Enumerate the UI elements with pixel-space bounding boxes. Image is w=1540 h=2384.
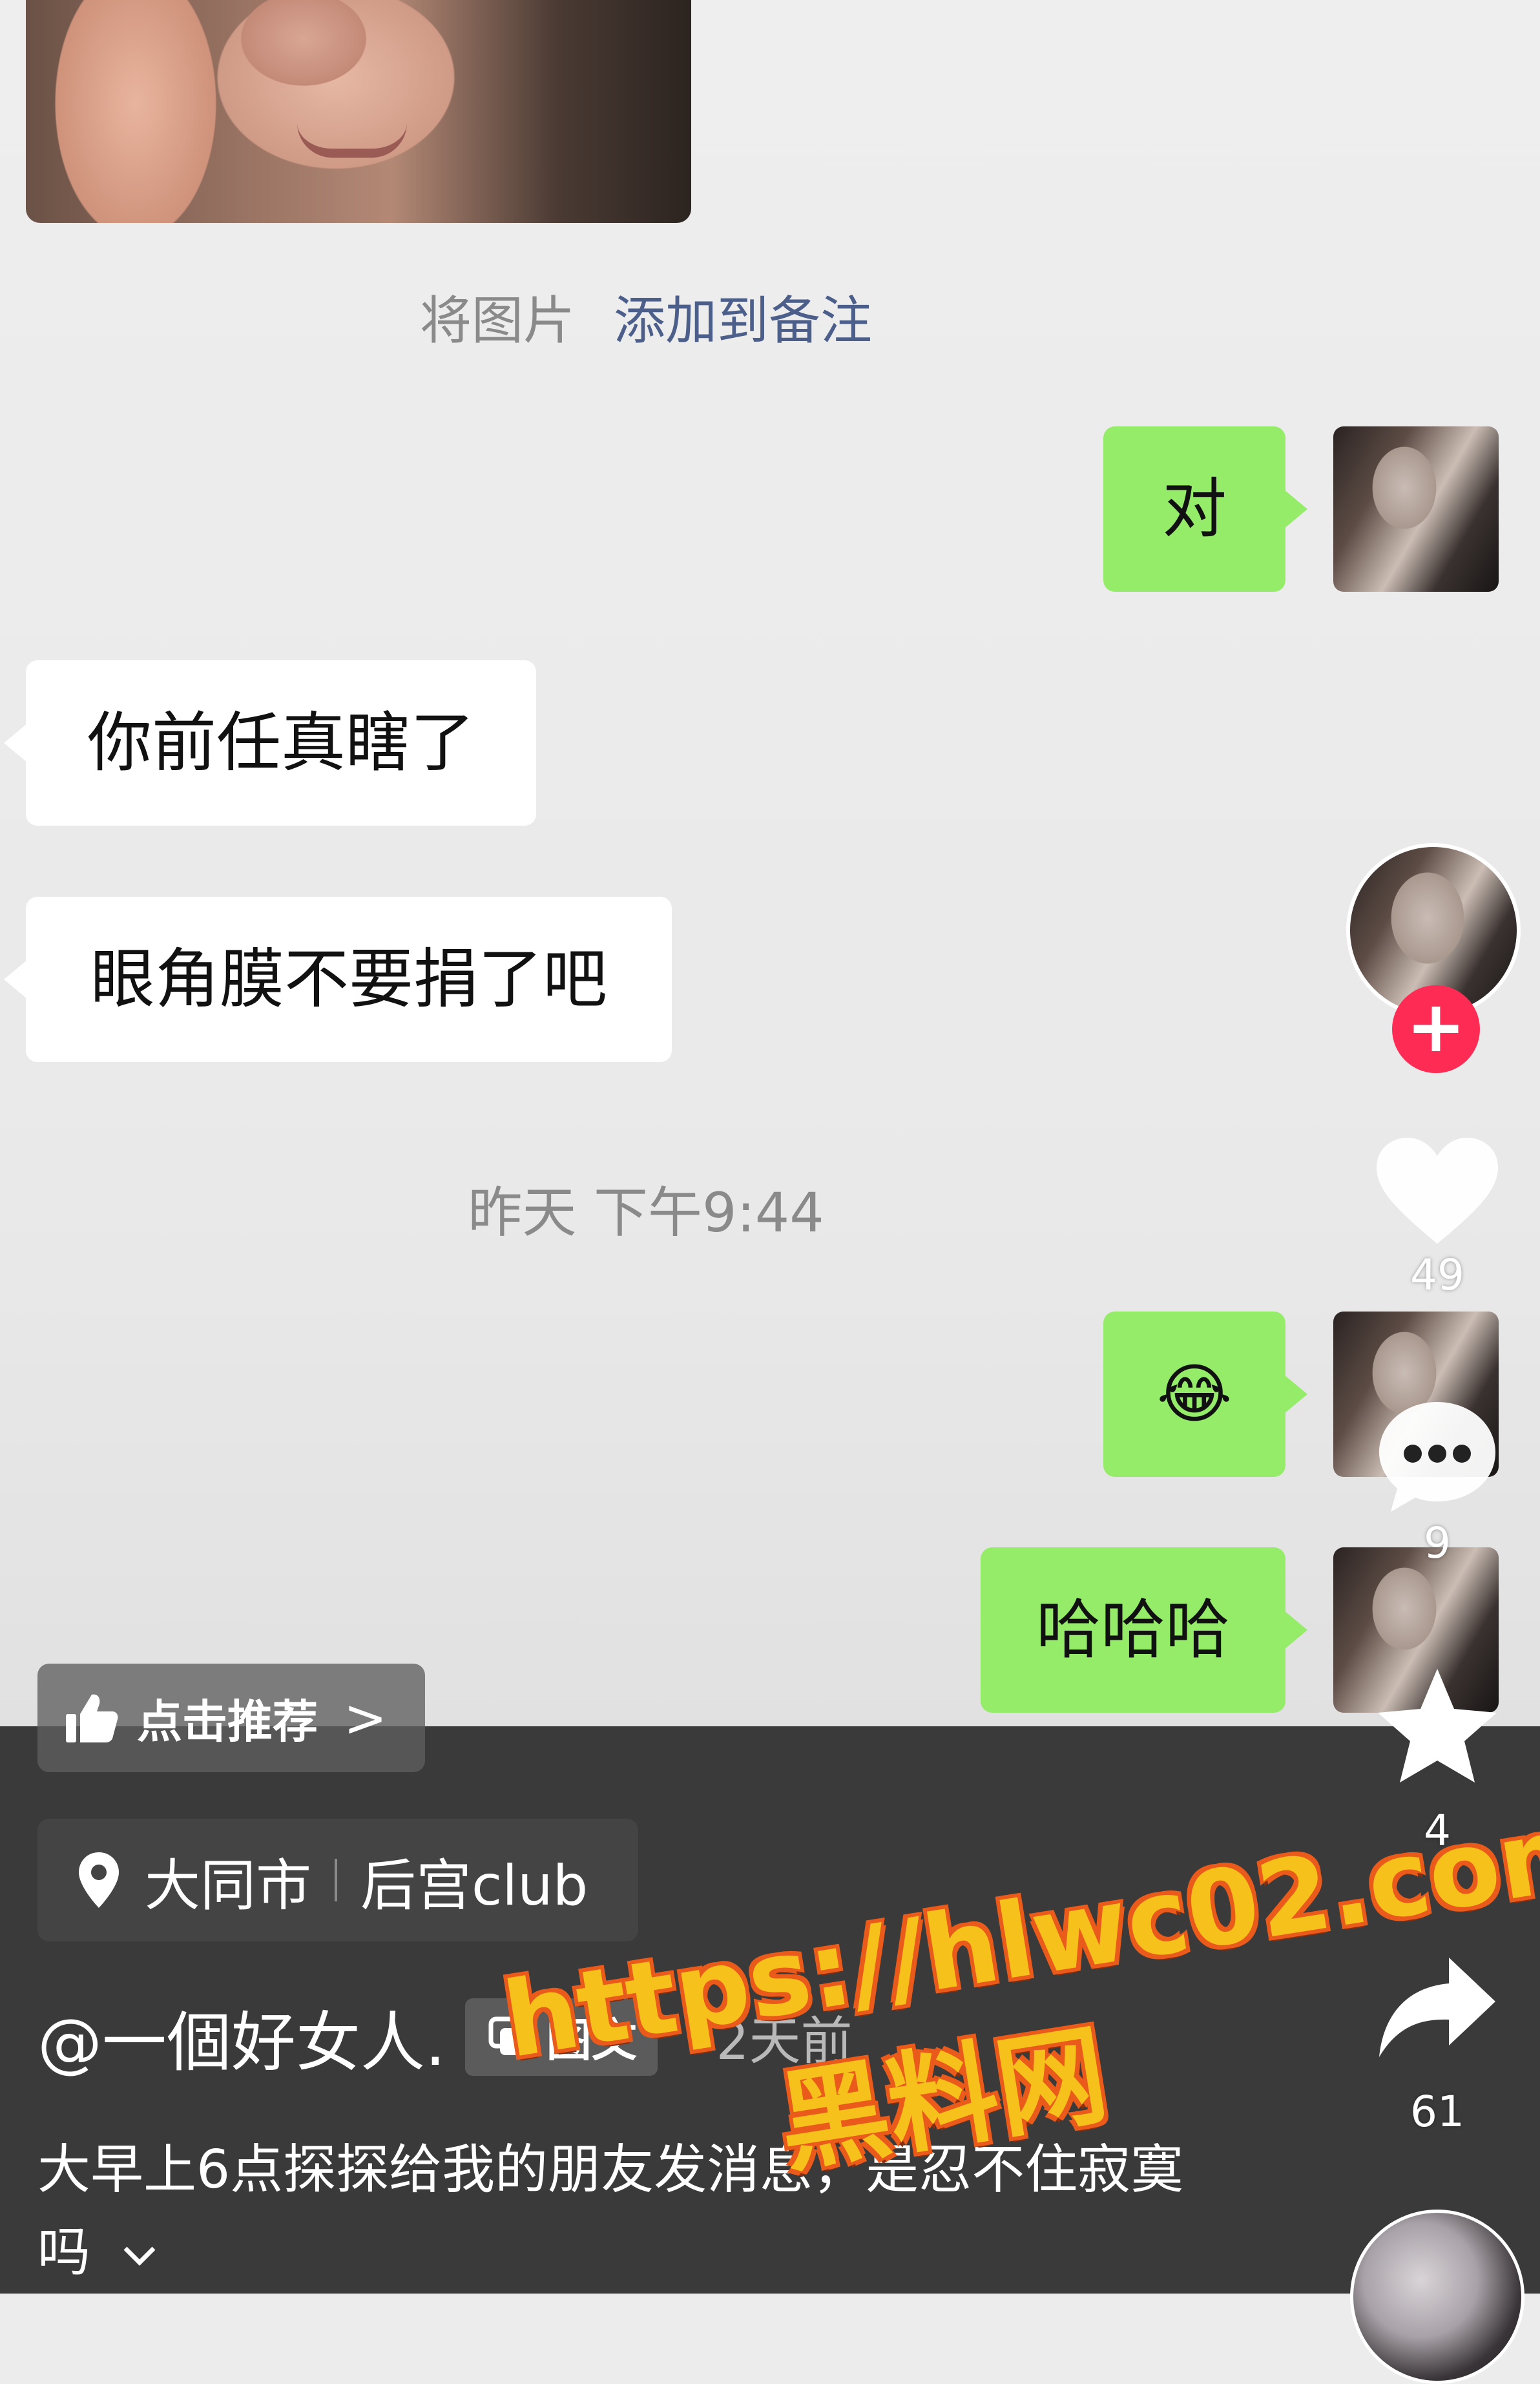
add-to-remark-link[interactable]: 添加到备注 [614, 291, 872, 351]
chat-screenshot: 将图片 添加到备注 对 你前任真瞎了 眼角膜不要捐了吧 昨天 下午9:44 😂 哈… [0, 0, 1540, 1726]
system-note: 将图片 添加到备注 [0, 279, 1292, 354]
heart-icon [1377, 1138, 1498, 1244]
chat-timestamp: 昨天 下午9:44 [468, 1181, 824, 1244]
location-pin-icon [79, 1852, 119, 1908]
location-city: 大同市 [145, 1853, 311, 1918]
location-tag[interactable]: 大同市 后宫club [37, 1819, 638, 1941]
message-text: 哈哈哈 [1036, 1592, 1230, 1668]
thumbs-up-icon [66, 1694, 118, 1742]
avatar[interactable] [1333, 426, 1499, 592]
recommend-button[interactable]: 点击推荐 > [37, 1664, 425, 1772]
follow-button[interactable]: + [1392, 985, 1480, 1073]
comment-button[interactable]: 9 [1363, 1396, 1512, 1568]
message-bubble-them[interactable]: 眼角膜不要捐了吧 [4, 897, 672, 1062]
chevron-down-icon[interactable] [120, 2243, 159, 2269]
music-disc-avatar[interactable] [1350, 2210, 1524, 2384]
message-bubble-me[interactable]: 哈哈哈 [981, 1547, 1307, 1713]
location-divider [335, 1859, 337, 1901]
comment-icon [1379, 1402, 1495, 1512]
author-name[interactable]: @一個好女人. [37, 1990, 446, 2084]
location-place: 后宫club [360, 1853, 588, 1918]
message-bubble-me[interactable]: 对 [1103, 426, 1307, 592]
message-bubble-me[interactable]: 😂 [1103, 1312, 1307, 1477]
chat-photo [26, 0, 691, 223]
message-text: 对 [1162, 471, 1227, 547]
message-text: 眼角膜不要捐了吧 [90, 941, 607, 1017]
message-text: 你前任真瞎了 [87, 705, 475, 780]
message-bubble-them[interactable]: 你前任真瞎了 [4, 660, 536, 826]
comment-count: 9 [1424, 1518, 1451, 1568]
message-text: 😂 [1156, 1356, 1233, 1432]
like-count: 49 [1410, 1250, 1464, 1300]
star-icon [1378, 1669, 1497, 1783]
like-button[interactable]: 49 [1363, 1134, 1512, 1300]
recommend-label: 点击推荐 [137, 1695, 318, 1748]
chevron-right-icon: > [344, 1688, 388, 1748]
system-note-prefix: 将图片 [420, 291, 575, 351]
